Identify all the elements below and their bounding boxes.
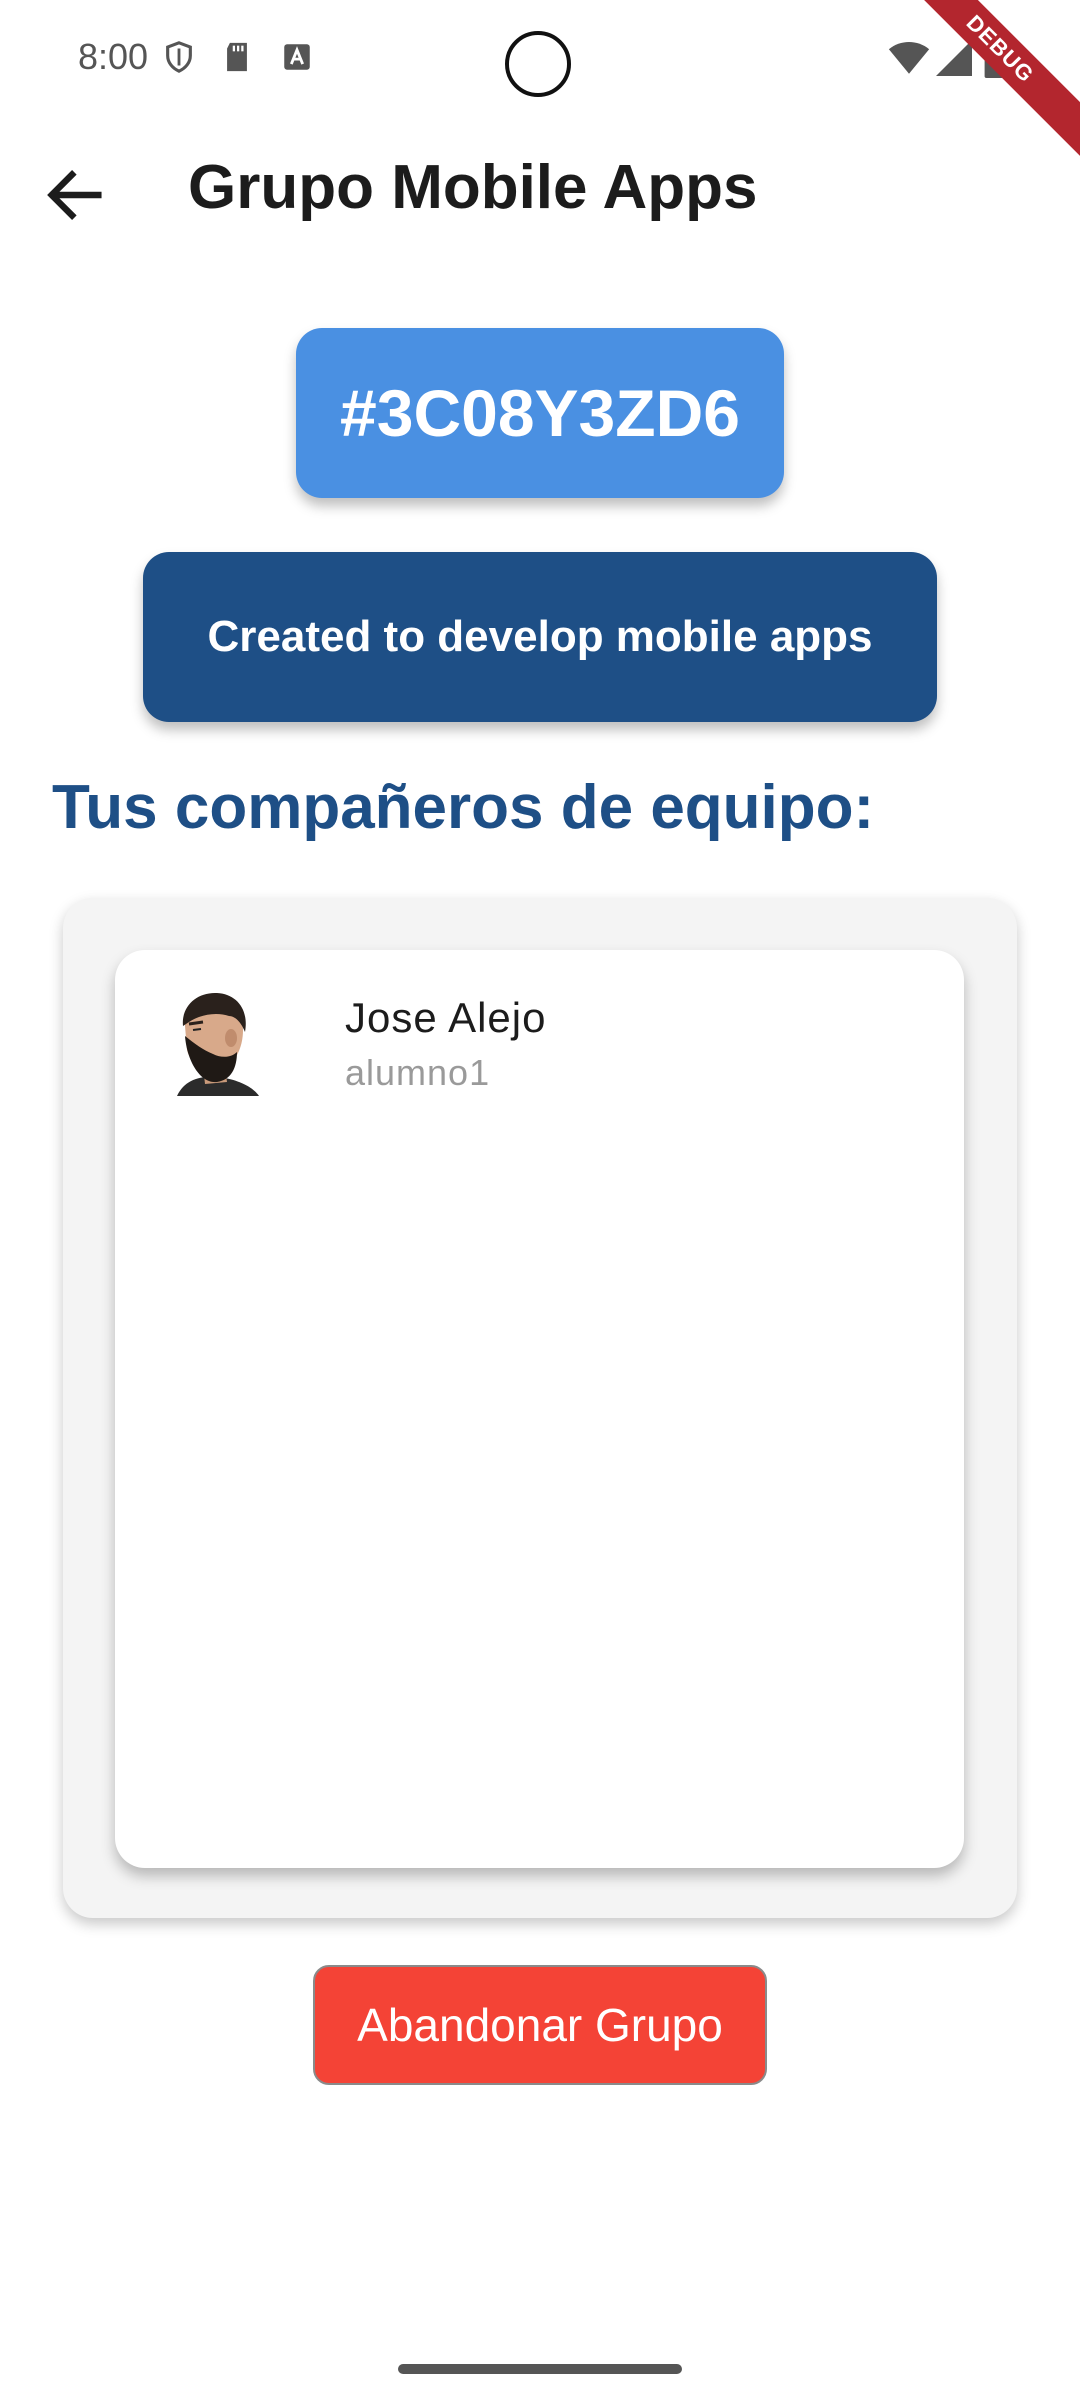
status-time: 8:00: [78, 36, 149, 77]
home-indicator[interactable]: [398, 2364, 682, 2374]
arrow-left-icon[interactable]: [40, 160, 110, 230]
list-item[interactable]: Jose Alejo alumno1: [155, 986, 915, 1106]
wifi-icon: [888, 42, 930, 74]
bearded-man-avatar: [177, 992, 259, 1096]
group-description: Created to develop mobile apps: [143, 552, 937, 722]
teammates-heading: Tus compañeros de equipo:: [52, 773, 875, 842]
page-title: Grupo Mobile Apps: [188, 153, 758, 222]
shield-icon: [166, 41, 192, 73]
member-name: Jose Alejo: [345, 994, 547, 1041]
screen: 8:00 DEBUG Grupo Mobile Apps #3C08Y3ZD6 …: [0, 0, 1080, 2400]
camera-cutout: [505, 31, 571, 97]
status-bar: 8:00 DEBUG: [0, 0, 1080, 169]
signal-icon: [936, 40, 972, 76]
members-list: Jose Alejo alumno1: [115, 950, 964, 1868]
leave-group-button[interactable]: Abandonar Grupo: [313, 1965, 767, 2085]
text-a-icon: [284, 44, 310, 70]
member-username: alumno1: [345, 1052, 491, 1093]
sd-card-icon: [227, 42, 247, 72]
group-code-badge: #3C08Y3ZD6: [296, 328, 784, 498]
app-bar: Grupo Mobile Apps: [0, 130, 1080, 260]
